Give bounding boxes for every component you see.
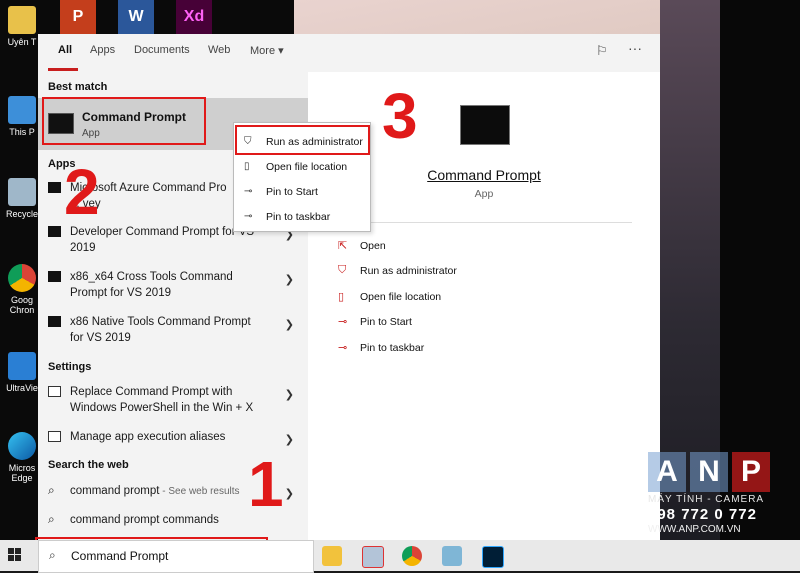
windows-start-icon[interactable] — [8, 548, 22, 562]
search-icon: ⌕ — [48, 483, 55, 497]
tab-web[interactable]: Web — [208, 44, 230, 56]
settings-window-icon — [48, 386, 61, 397]
chevron-right-icon[interactable]: ❯ — [285, 273, 294, 286]
pin-icon: ⊸ — [338, 342, 348, 354]
cmd-icon — [48, 226, 61, 237]
chevron-right-icon[interactable]: ❯ — [285, 318, 294, 331]
desktop-icon-recycle-bin[interactable]: Recycle — [2, 178, 42, 219]
search-input-value: Command Prompt — [71, 549, 169, 563]
desktop-top-apps: P W Xd — [60, 0, 212, 34]
file-explorer-icon[interactable] — [322, 546, 342, 566]
watermark-letter: N — [690, 452, 728, 492]
desktop-icon-ultraviewer[interactable]: UltraVie — [2, 352, 42, 393]
desktop-icon-chrome[interactable]: Goog Chron — [2, 264, 42, 315]
open-icon: ⇱ — [338, 240, 348, 252]
pin-icon: ⊸ — [338, 316, 348, 328]
photoshop-icon[interactable] — [482, 546, 504, 568]
shield-icon: ⛉ — [338, 264, 347, 276]
search-icon: ⌕ — [49, 548, 56, 562]
search-icon: ⌕ — [48, 512, 55, 526]
section-settings: Settings — [48, 361, 92, 373]
active-tab-underline — [48, 68, 78, 71]
section-best-match: Best match — [48, 81, 108, 93]
feedback-icon[interactable]: ⚐ — [596, 43, 608, 59]
cmd-icon — [48, 182, 61, 193]
watermark-letter: P — [732, 452, 770, 492]
desktop-icon-edge[interactable]: Micros Edge — [2, 432, 42, 483]
tab-all[interactable]: All — [58, 44, 72, 56]
powerpoint-icon[interactable]: P — [60, 0, 96, 34]
tab-apps[interactable]: Apps — [90, 44, 115, 56]
pin-icon: ⊸ — [244, 211, 253, 222]
chevron-right-icon[interactable]: ❯ — [285, 388, 294, 401]
highlight-run-as-admin — [235, 125, 370, 155]
app-icon[interactable] — [442, 546, 462, 566]
photos-icon[interactable] — [362, 546, 384, 568]
chrome-icon[interactable] — [402, 546, 422, 566]
watermark-website: WWW.ANP.COM.VN — [648, 524, 741, 535]
pin-icon: ⊸ — [244, 186, 253, 197]
annotation-step-3: 3 — [382, 80, 418, 152]
desktop-icon-user[interactable]: Uyên T — [2, 6, 42, 47]
word-icon[interactable]: W — [118, 0, 154, 34]
ctx-pin-to-taskbar[interactable]: ⊸ Pin to taskbar — [234, 206, 370, 228]
chevron-right-icon[interactable]: ❯ — [285, 433, 294, 446]
watermark-tagline: MÁY TÍNH - CAMERA — [648, 494, 765, 505]
cmd-icon — [48, 271, 61, 282]
annotation-step-2: 2 — [64, 156, 100, 228]
cmd-large-icon — [460, 105, 510, 145]
more-options-icon[interactable]: ··· — [628, 40, 642, 56]
settings-list-icon — [48, 431, 61, 442]
watermark-phone: 098 772 0 772 — [648, 506, 757, 523]
taskbar-search-input[interactable]: ⌕ Command Prompt — [38, 540, 314, 573]
ctx-pin-to-start[interactable]: ⊸ Pin to Start — [234, 181, 370, 203]
ctx-open-file-location[interactable]: ▯ Open file location — [234, 156, 370, 178]
anp-watermark: A N P MÁY TÍNH - CAMERA 098 772 0 772 WW… — [648, 452, 780, 535]
section-search-web: Search the web — [48, 459, 129, 471]
watermark-letter: A — [648, 452, 686, 492]
chevron-right-icon[interactable]: ❯ — [285, 487, 294, 500]
folder-icon: ▯ — [338, 291, 345, 303]
tab-more[interactable]: More ▾ — [250, 44, 284, 57]
search-tabs: All Apps Documents Web More ▾ ⚐ ··· — [38, 34, 660, 72]
divider — [336, 222, 632, 223]
cmd-icon — [48, 316, 61, 327]
tab-documents[interactable]: Documents — [134, 44, 190, 56]
adobe-xd-icon[interactable]: Xd — [176, 0, 212, 34]
highlight-best-match — [42, 97, 206, 145]
desktop-icon-this-pc[interactable]: This P — [2, 96, 42, 137]
annotation-step-1: 1 — [248, 448, 284, 520]
folder-icon: ▯ — [244, 161, 250, 172]
